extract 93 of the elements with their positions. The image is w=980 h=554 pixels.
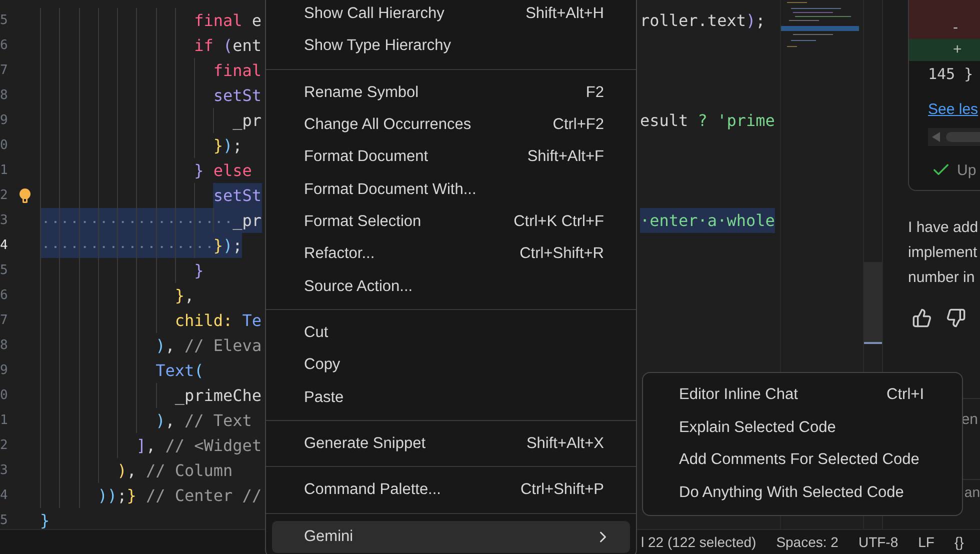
thumbs-down-icon[interactable] <box>946 308 966 328</box>
indent-guide <box>78 208 98 233</box>
indent-guide <box>136 233 156 258</box>
code-line: } <box>40 510 50 532</box>
scrollbar-thumb[interactable] <box>864 262 882 344</box>
indent-guide <box>174 208 194 233</box>
code-line: ), // Column <box>117 460 233 482</box>
line-number: 4 <box>0 237 9 255</box>
menu-item[interactable]: Rename Symbol F2 <box>272 76 630 109</box>
line-number: 6 <box>0 37 9 55</box>
line-number: 8 <box>0 337 9 355</box>
see-less-link[interactable]: See les <box>928 101 980 118</box>
menu-item[interactable]: Refactor... Ctrl+Shift+R <box>272 238 630 271</box>
indent-guide <box>136 208 156 233</box>
indent-guide <box>117 208 136 233</box>
menu-item[interactable]: Do Anything With Selected Code <box>649 476 956 509</box>
status-item[interactable]: l 22 (122 selected) <box>641 534 756 550</box>
code-line: ), // Eleva <box>156 335 262 357</box>
line-number: 9 <box>0 112 9 130</box>
status-text: Up <box>957 162 976 178</box>
indent-guide <box>78 233 98 258</box>
code-line: ));} // Center // <box>98 485 262 507</box>
status-item[interactable]: LF <box>918 534 934 550</box>
code-line: roller.text); <box>640 10 766 32</box>
menu-item[interactable]: Show Call Hierarchy Shift+Alt+H <box>272 0 630 30</box>
menu-item[interactable]: Copy <box>272 349 630 382</box>
code-line: }, <box>174 285 194 307</box>
indent-guide <box>98 208 118 233</box>
menu-item[interactable]: Show Type Hierarchy <box>272 30 630 63</box>
line-number: 6 <box>0 287 9 305</box>
line-number: 7 <box>0 312 9 330</box>
line-number: 3 <box>0 212 9 230</box>
indent-guide <box>59 208 79 233</box>
menu-item[interactable]: Format Selection Ctrl+K Ctrl+F <box>272 206 630 238</box>
menu-item[interactable]: Add Comments For Selected Code <box>649 444 956 476</box>
menu-item[interactable]: Format Document Shift+Alt+F <box>272 141 630 174</box>
code-line: esult ? 'prime <box>640 110 775 132</box>
code-line: ], // <Widget <box>136 435 262 457</box>
line-number: 0 <box>0 387 9 405</box>
status-item[interactable]: UTF-8 <box>858 534 898 550</box>
menu-item[interactable]: Change All Occurrences Ctrl+F2 <box>272 108 630 142</box>
menu-item[interactable]: Format Document With... <box>272 174 630 206</box>
line-number: 9 <box>0 362 9 380</box>
indent-guide <box>98 233 118 258</box>
line-number: 4 <box>0 487 9 505</box>
indent-guide <box>117 233 136 258</box>
menu-item[interactable]: Source Action... <box>272 270 630 303</box>
line-number: 7 <box>0 62 9 80</box>
menu-item[interactable]: Explain Selected Code <box>649 412 956 444</box>
line-number: 2 <box>0 437 9 455</box>
diff-row: - <box>909 0 980 39</box>
code-line: if (ent <box>194 35 262 57</box>
line-number: 5 <box>0 262 9 280</box>
menu-item[interactable]: Paste <box>272 382 630 414</box>
lightbulb-icon[interactable] <box>19 188 31 204</box>
line-number: 2 <box>0 187 9 205</box>
code-line: } <box>194 260 204 282</box>
menu-item[interactable]: Cut <box>272 316 630 350</box>
code-line: ), // Text <box>156 410 252 432</box>
menu-item[interactable]: Command Palette... Ctrl+Shift+P <box>272 474 630 507</box>
code-line: _pr <box>232 110 262 132</box>
indent-guide <box>40 233 60 258</box>
indent-guide <box>156 233 175 258</box>
menu-item[interactable]: Generate Snippet Shift+Alt+X <box>272 428 630 460</box>
status-item[interactable]: Spaces: 2 <box>776 534 838 550</box>
line-number: 3 <box>0 462 9 480</box>
code-line: child: Te <box>174 310 262 332</box>
code-line: final e <box>194 10 262 32</box>
code-line: 145 } <box>927 64 974 83</box>
line-number: 8 <box>0 87 9 105</box>
code-line: final <box>213 60 262 82</box>
indent-guide <box>59 233 79 258</box>
line-number: 0 <box>0 137 9 155</box>
code-line: } else <box>194 160 252 182</box>
indent-guide <box>156 208 175 233</box>
code-line: _primeChe <box>174 385 262 407</box>
line-number: 5 <box>0 512 9 530</box>
menu-item[interactable]: Gemini <box>272 520 630 553</box>
diff-row: + <box>909 39 980 61</box>
footer-text: an <box>964 484 980 500</box>
indent-guide <box>194 208 214 233</box>
message-text: I have add implement number in <box>908 218 980 288</box>
menu-item[interactable]: Editor Inline Chat Ctrl+I <box>649 379 956 412</box>
indent-guide <box>40 208 60 233</box>
code-line: setSt <box>213 85 262 107</box>
thumbs-up-icon[interactable] <box>912 308 932 328</box>
code-line: }); <box>213 135 242 157</box>
line-number: 1 <box>0 412 9 430</box>
code-line: Text( <box>156 360 204 382</box>
indent-guide <box>174 233 194 258</box>
status-item[interactable]: {} <box>954 534 964 550</box>
line-number: 5 <box>0 12 9 30</box>
line-number: 1 <box>0 162 9 180</box>
